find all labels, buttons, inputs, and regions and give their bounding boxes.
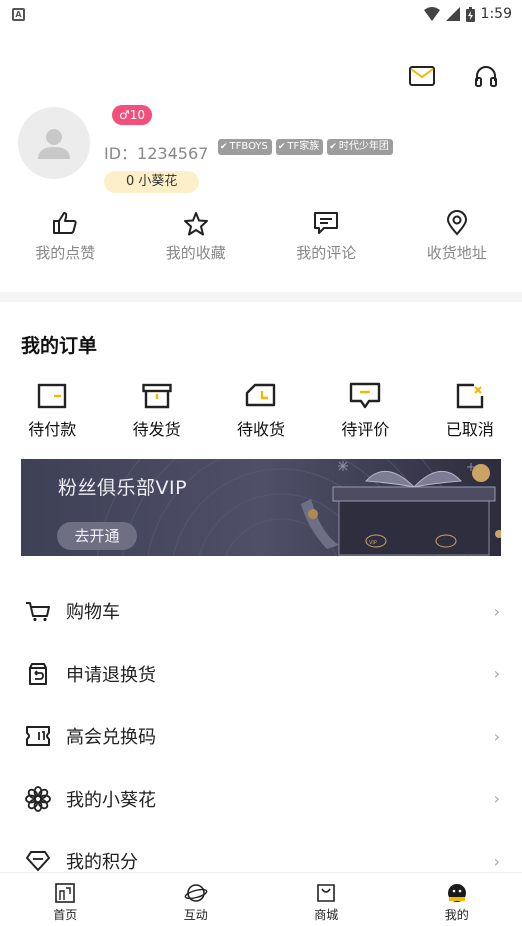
menu-item-returns[interactable]: 申请退换货 ›: [0, 643, 522, 706]
tab-mine[interactable]: 我的: [392, 873, 522, 926]
v-check-icon: ✔: [220, 142, 228, 152]
orders-title: 我的订单: [21, 335, 98, 357]
headphones-icon[interactable]: [472, 62, 500, 90]
box-icon: [141, 382, 173, 410]
tab-interact[interactable]: 互动: [131, 873, 262, 926]
chevron-right-icon: ›: [493, 726, 500, 746]
banner-title: 粉丝俱乐部VIP: [58, 477, 188, 499]
flower-icon: [24, 785, 52, 813]
chevron-right-icon: ›: [493, 789, 500, 809]
fan-tags: ✔ TFBOYS ✔ TF家族 ✔ 时代少年团: [218, 139, 393, 155]
clock: 1:59: [480, 6, 512, 22]
return-icon: [24, 660, 52, 688]
menu-item-flowers[interactable]: 我的小葵花 ›: [0, 768, 522, 831]
truck-icon: [245, 382, 277, 410]
wallet-icon: [36, 382, 68, 410]
home-icon: [53, 882, 77, 904]
cart-icon: [24, 597, 52, 625]
order-pending-payment[interactable]: 待付款: [0, 382, 104, 442]
order-pending-receipt[interactable]: 待收货: [209, 382, 313, 442]
user-id: ID：1234567: [104, 144, 209, 163]
chevron-right-icon: ›: [493, 601, 500, 621]
quick-action-comments[interactable]: 我的评论: [261, 210, 392, 270]
cancel-icon: [454, 382, 486, 410]
quick-action-address[interactable]: 收货地址: [392, 210, 522, 270]
status-bar: A 1:59: [0, 0, 522, 28]
profile-card: ♂10 ID：1234567 ✔ TFBOYS ✔ TF家族 ✔ 时代少年团 0 小葵…: [18, 105, 498, 195]
signal-icon: [445, 7, 460, 21]
order-status-bar: 待付款 待发货 待收货 待评价 已取消: [0, 382, 522, 442]
menu-item-cart[interactable]: 购物车 ›: [0, 580, 522, 643]
thumbs-up-icon: [51, 210, 79, 236]
a-notification-icon: A: [12, 7, 25, 21]
fan-tag[interactable]: ✔ TFBOYS: [218, 139, 272, 155]
comment-icon: [312, 210, 340, 236]
star-icon: [182, 210, 210, 236]
vip-banner[interactable]: VIP 粉丝俱乐部VIP 去开通: [21, 459, 501, 556]
order-cancelled[interactable]: 已取消: [418, 382, 522, 442]
screen: { "status_bar": {"time": "1:59", "notifi…: [0, 0, 522, 926]
chevron-right-icon: ›: [493, 664, 500, 684]
ticket-icon: [24, 722, 52, 750]
quick-action-likes[interactable]: 我的点赞: [0, 210, 131, 270]
tab-home[interactable]: 首页: [0, 873, 131, 926]
avatar-placeholder-icon: [38, 129, 70, 159]
coins-badge[interactable]: 0 小葵花: [104, 171, 200, 193]
section-divider: [0, 292, 522, 302]
location-pin-icon: [443, 210, 471, 236]
shopping-bag-icon: [314, 882, 338, 904]
fan-tag[interactable]: ✔ 时代少年团: [327, 139, 393, 155]
v-check-icon: ✔: [329, 142, 337, 152]
profile-face-icon: [445, 882, 469, 904]
menu-list: 购物车 › 申请退换货 › 高会兑换码 › 我的小葵花 › 我的积分 ›: [0, 580, 522, 893]
tab-mall[interactable]: 商城: [261, 873, 392, 926]
review-icon: [349, 382, 381, 410]
v-check-icon: ✔: [277, 142, 286, 152]
mail-icon[interactable]: [408, 62, 436, 90]
quick-action-favorites[interactable]: 我的收藏: [131, 210, 262, 270]
order-pending-review[interactable]: 待评价: [313, 382, 417, 442]
wifi-icon: [423, 7, 440, 21]
battery-icon: [465, 6, 475, 22]
chevron-right-icon: ›: [493, 851, 500, 871]
header-actions: [408, 62, 500, 90]
vip-badge-text: VIP: [369, 540, 377, 546]
order-pending-shipment[interactable]: 待发货: [104, 382, 208, 442]
planet-icon: [184, 882, 208, 904]
gender-level-badge: ♂10: [112, 105, 153, 125]
activate-vip-button[interactable]: 去开通: [57, 522, 137, 550]
quick-actions: 我的点赞 我的收藏 我的评论 收货地址: [0, 210, 522, 270]
bottom-tab-bar: 首页 互动 商城 我的: [0, 872, 522, 926]
menu-item-redeem-code[interactable]: 高会兑换码 ›: [0, 705, 522, 768]
fan-tag[interactable]: ✔ TF家族: [275, 139, 324, 155]
avatar[interactable]: [18, 107, 90, 179]
